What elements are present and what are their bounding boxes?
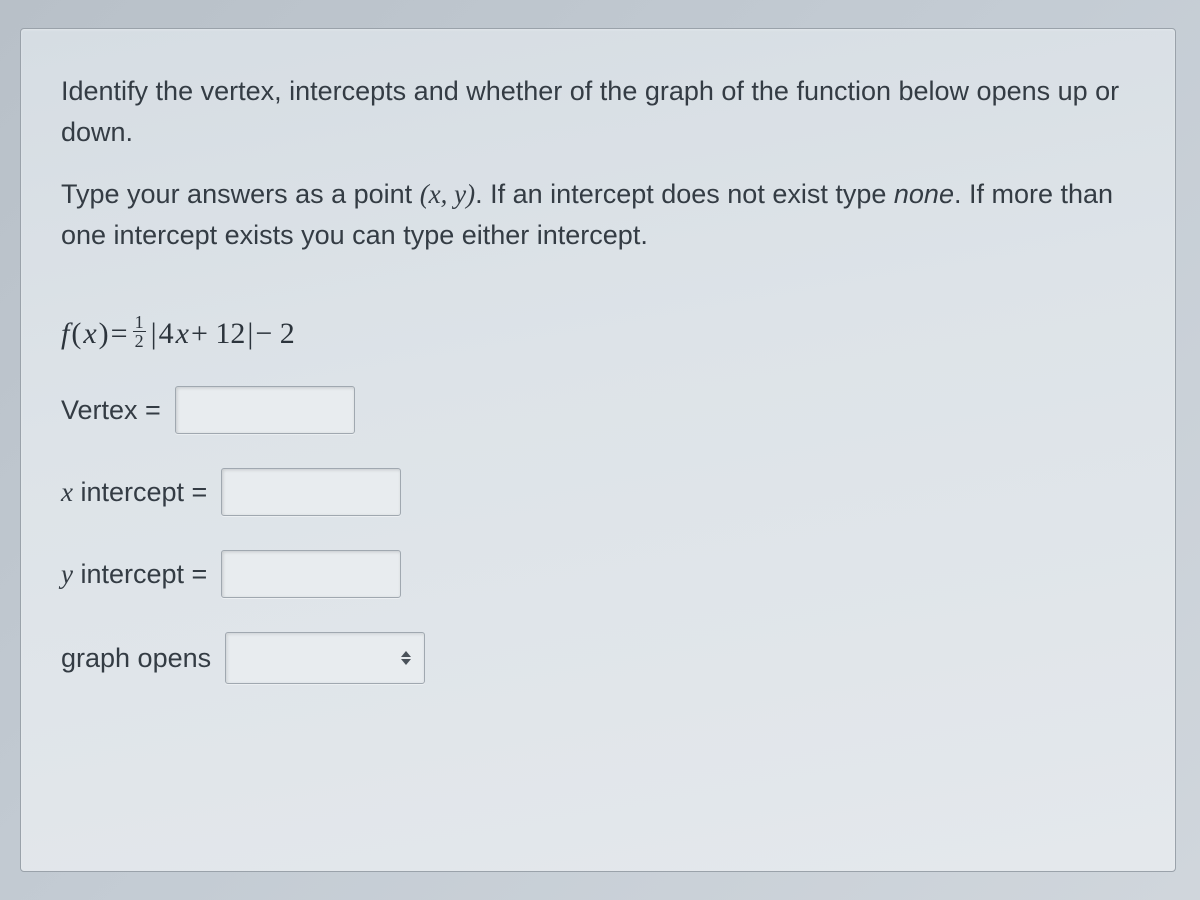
eq-open: (	[71, 317, 81, 351]
question-prompt-1: Identify the vertex, intercepts and whet…	[61, 71, 1135, 152]
vertex-input[interactable]	[175, 386, 355, 434]
question-card: Identify the vertex, intercepts and whet…	[20, 28, 1176, 872]
x-intercept-row: x intercept =	[61, 468, 1135, 516]
y-intercept-row: y intercept =	[61, 550, 1135, 598]
graph-opens-row: graph opens	[61, 632, 1135, 684]
question-prompt-2: Type your answers as a point (x, y). If …	[61, 174, 1135, 255]
eq-x: x	[83, 317, 96, 351]
graph-opens-select[interactable]	[225, 632, 425, 684]
eq-4: 4	[159, 317, 174, 351]
eq-equals: =	[111, 317, 128, 351]
eq-close: )	[99, 317, 109, 351]
y-intercept-input[interactable]	[221, 550, 401, 598]
eq-xvar: x	[176, 317, 189, 351]
x-var: x	[61, 477, 73, 507]
graph-opens-select-wrap	[225, 632, 425, 684]
y-intercept-label: y intercept =	[61, 559, 207, 590]
eq-tail: − 2	[255, 317, 294, 351]
eq-abs-close: |	[247, 317, 253, 351]
eq-plus12: + 12	[191, 317, 245, 351]
x-intercept-label: x intercept =	[61, 477, 207, 508]
prompt2-post1: . If an intercept does not exist type	[475, 179, 894, 209]
x-intercept-label-text: intercept =	[73, 477, 207, 507]
eq-frac-den: 2	[133, 332, 146, 350]
vertex-row: Vertex =	[61, 386, 1135, 434]
prompt2-pre: Type your answers as a point	[61, 179, 420, 209]
function-equation: f(x) = 1 2 |4x + 12| − 2	[61, 315, 1135, 352]
y-var: y	[61, 559, 73, 589]
vertex-label: Vertex =	[61, 395, 161, 426]
eq-f: f	[61, 317, 69, 351]
graph-opens-label: graph opens	[61, 643, 211, 674]
eq-frac-num: 1	[133, 313, 146, 332]
y-intercept-label-text: intercept =	[73, 559, 207, 589]
eq-abs-open: |	[151, 317, 157, 351]
x-intercept-input[interactable]	[221, 468, 401, 516]
prompt2-point: (x, y)	[420, 179, 475, 209]
eq-fraction: 1 2	[133, 313, 146, 350]
prompt2-none: none	[894, 179, 954, 209]
